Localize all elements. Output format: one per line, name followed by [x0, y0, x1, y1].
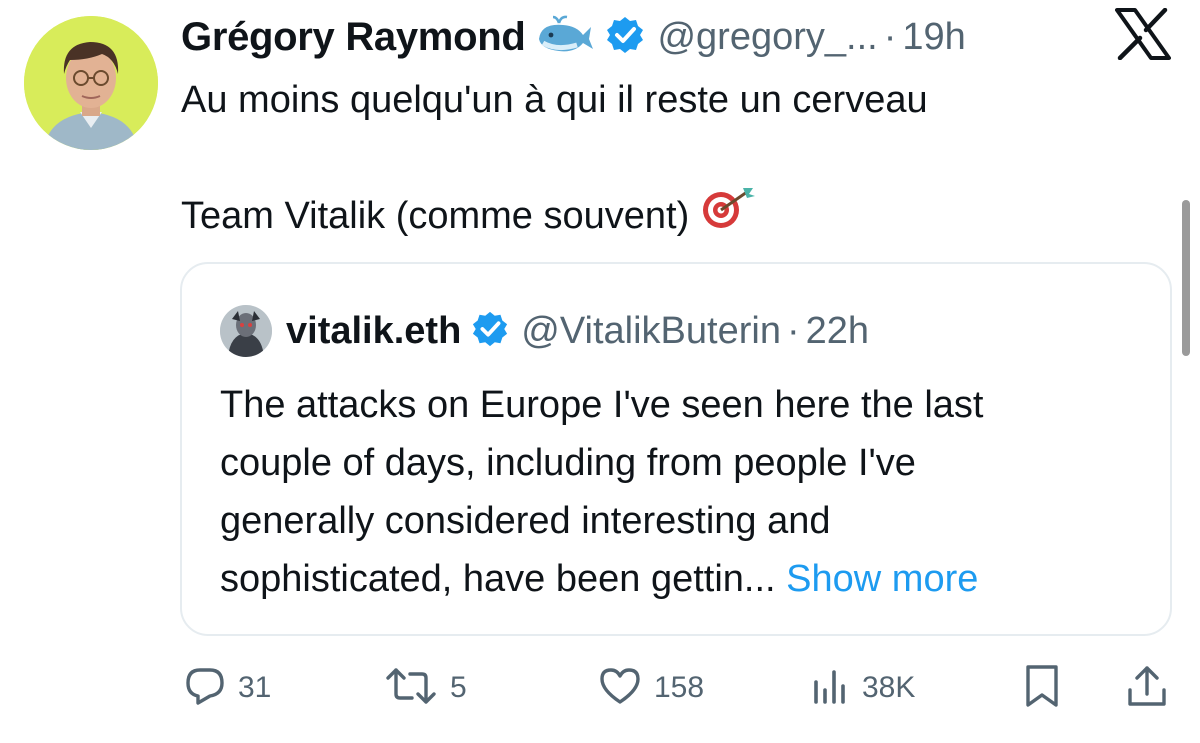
tweet-view: Grégory Raymond @gregory_... · 19h Au mo…	[0, 0, 1200, 743]
repost-icon	[384, 666, 438, 711]
whale-emoji-icon	[537, 15, 595, 60]
view-count: 38K	[862, 671, 916, 704]
views-button[interactable]: 38K	[810, 660, 915, 716]
quoted-author-avatar[interactable]	[220, 305, 272, 357]
quoted-tweet-text: The attacks on Europe I've seen here the…	[220, 376, 1140, 608]
direct-hit-emoji-icon	[701, 186, 757, 246]
like-button[interactable]: 158	[598, 660, 704, 716]
verified-badge-icon	[605, 15, 645, 60]
bookmark-button[interactable]	[1022, 660, 1062, 716]
reply-count: 31	[238, 671, 272, 704]
tweet-text-line2: Team Vitalik (comme souvent)	[181, 195, 690, 237]
quoted-text-line: generally considered interesting and	[220, 500, 831, 542]
like-count: 158	[654, 671, 705, 704]
quoted-tweet-time[interactable]: 22h	[806, 310, 869, 353]
quoted-text-line: couple of days, including from people I'…	[220, 442, 916, 484]
reply-button[interactable]: 31	[184, 660, 271, 716]
quoted-author-name[interactable]: vitalik.eth	[286, 310, 461, 353]
tweet-text-line1: Au moins quelqu'un à qui il reste un cer…	[181, 79, 928, 121]
reply-icon	[184, 666, 226, 711]
avatar-photo	[24, 16, 158, 150]
share-button[interactable]	[1126, 660, 1168, 716]
quoted-tweet-header: vitalik.eth @VitalikButerin · 22h	[220, 305, 869, 357]
scrollbar[interactable]	[1182, 200, 1190, 356]
repost-count: 5	[450, 671, 467, 704]
verified-badge-icon	[471, 310, 509, 353]
quoted-header-separator: ·	[786, 309, 800, 352]
author-name[interactable]: Grégory Raymond	[181, 15, 526, 60]
analytics-icon	[810, 666, 850, 711]
author-handle[interactable]: @gregory_...	[657, 16, 877, 59]
header-separator: ·	[883, 15, 897, 58]
quoted-text-line: sophisticated, have been gettin...	[220, 558, 776, 600]
share-icon	[1126, 664, 1168, 713]
x-logo-icon[interactable]	[1115, 7, 1171, 61]
tweet-action-bar: 31 5 158 38K	[0, 660, 1200, 716]
quoted-tweet-card[interactable]: vitalik.eth @VitalikButerin · 22h The at…	[180, 262, 1172, 636]
quoted-text-last-line-row: sophisticated, have been gettin... Show …	[220, 550, 1140, 608]
tweet-text-line2-row: Team Vitalik (comme souvent)	[181, 186, 757, 246]
author-avatar[interactable]	[24, 16, 158, 150]
tweet-time[interactable]: 19h	[902, 16, 965, 59]
bookmark-icon	[1022, 663, 1062, 714]
show-more-link[interactable]: Show more	[786, 558, 978, 600]
repost-button[interactable]: 5	[384, 660, 467, 716]
quoted-author-handle[interactable]: @VitalikButerin	[521, 310, 781, 353]
tweet-header: Grégory Raymond @gregory_... · 19h	[181, 12, 966, 62]
quoted-text-line: The attacks on Europe I've seen here the…	[220, 384, 984, 426]
heart-icon	[598, 666, 642, 711]
